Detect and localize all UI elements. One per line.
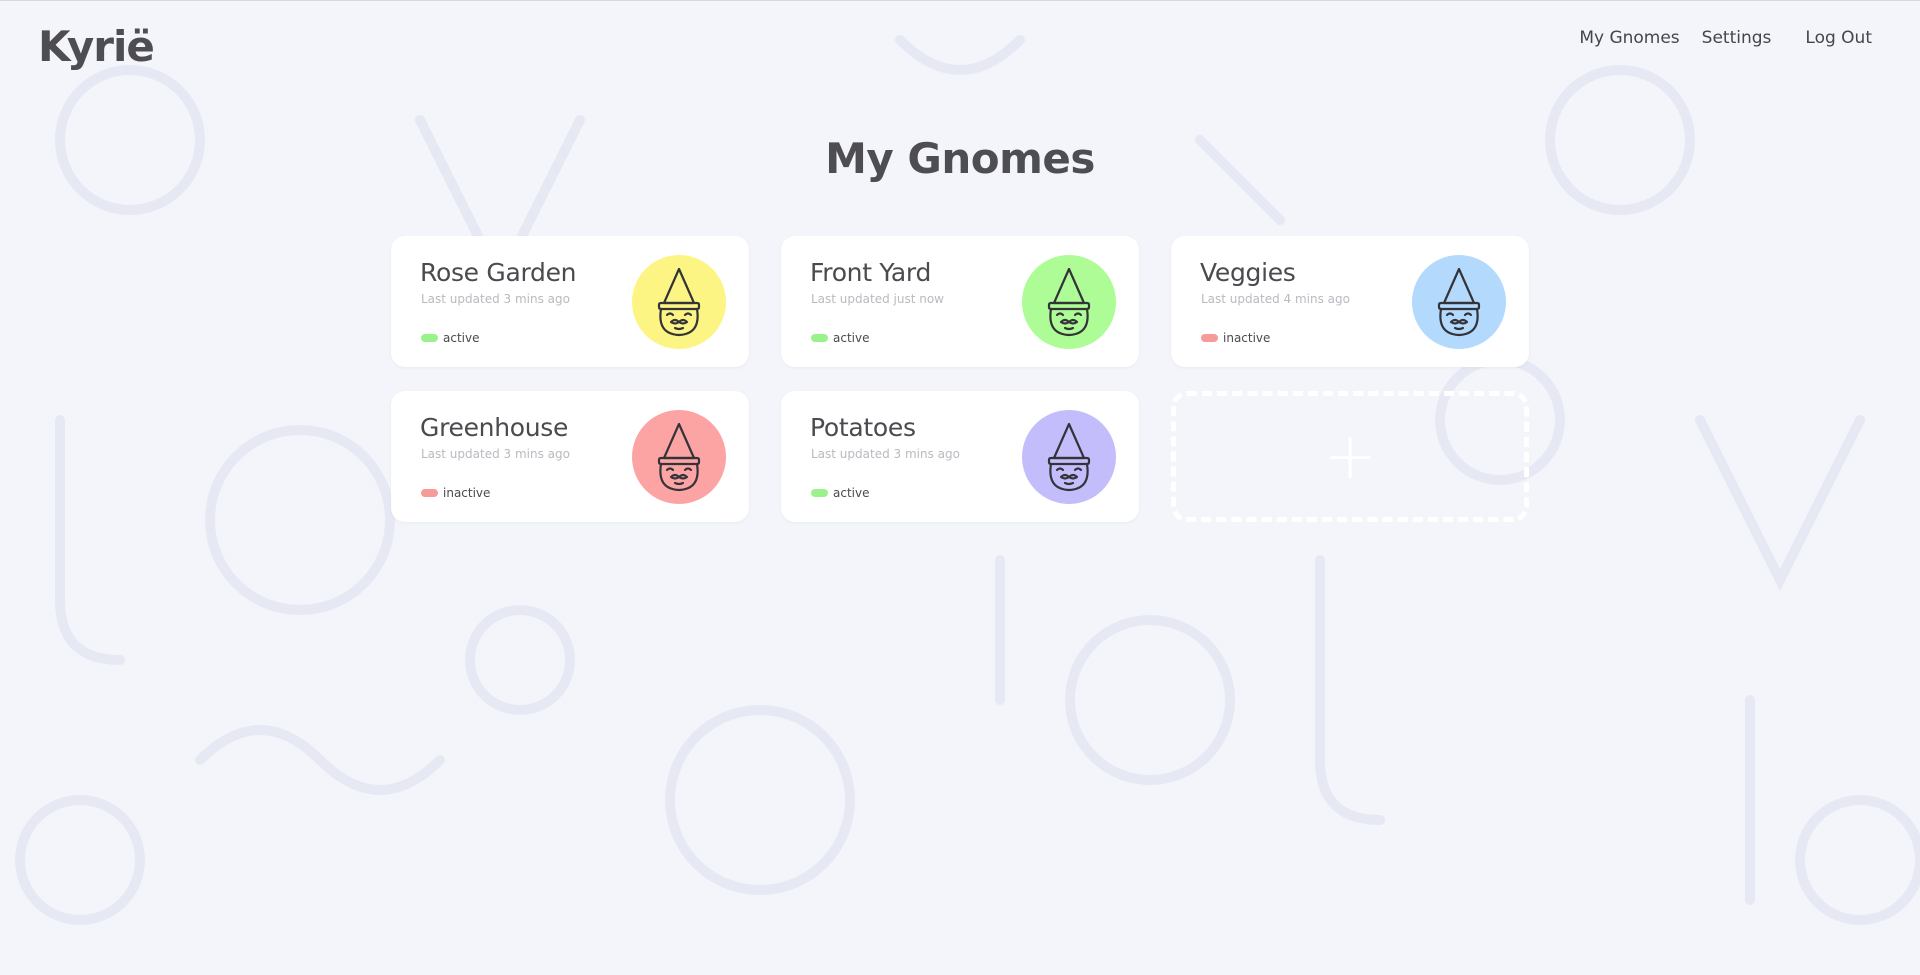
gnome-name: Potatoes xyxy=(810,413,916,442)
nav-settings[interactable]: Settings xyxy=(1702,28,1772,48)
gnome-last-updated: Last updated 3 mins ago xyxy=(421,292,570,306)
gnome-name: Greenhouse xyxy=(420,413,569,442)
gnome-avatar xyxy=(1022,255,1116,349)
gnome-avatar xyxy=(1412,255,1506,349)
gnome-status: active xyxy=(421,331,479,345)
gnome-avatar xyxy=(632,255,726,349)
status-indicator xyxy=(421,489,438,497)
status-indicator xyxy=(811,334,828,342)
gnome-face-icon xyxy=(1437,267,1481,337)
gnome-name: Veggies xyxy=(1200,258,1296,287)
top-nav: My Gnomes Settings Log Out xyxy=(1579,28,1872,48)
gnome-face-icon xyxy=(657,422,701,492)
status-indicator xyxy=(421,334,438,342)
gnome-avatar xyxy=(1022,410,1116,504)
nav-log-out[interactable]: Log Out xyxy=(1805,28,1872,48)
gnome-name: Rose Garden xyxy=(420,258,577,287)
status-label: inactive xyxy=(1223,331,1271,345)
gnome-grid: Rose Garden Last updated 3 mins ago acti… xyxy=(391,236,1530,522)
gnome-face-icon xyxy=(1047,422,1091,492)
gnome-face-icon xyxy=(657,267,701,337)
status-label: inactive xyxy=(443,486,491,500)
gnome-status: active xyxy=(811,331,869,345)
add-gnome-button[interactable]: + xyxy=(1171,391,1529,522)
gnome-avatar xyxy=(632,410,726,504)
app-logo[interactable]: Kyrië xyxy=(38,22,155,71)
plus-icon: + xyxy=(1323,419,1377,494)
nav-my-gnomes[interactable]: My Gnomes xyxy=(1579,28,1679,48)
gnome-card[interactable]: Potatoes Last updated 3 mins ago active xyxy=(781,391,1139,522)
status-label: active xyxy=(443,331,480,345)
gnome-card[interactable]: Greenhouse Last updated 3 mins ago inact… xyxy=(391,391,749,522)
gnome-last-updated: Last updated 3 mins ago xyxy=(421,447,570,461)
gnome-card[interactable]: Front Yard Last updated just now active xyxy=(781,236,1139,367)
page-title: My Gnomes xyxy=(825,134,1095,183)
gnome-name: Front Yard xyxy=(810,258,932,287)
gnome-status: inactive xyxy=(421,486,490,500)
gnome-last-updated: Last updated just now xyxy=(811,292,944,306)
gnome-face-icon xyxy=(1047,267,1091,337)
gnome-card[interactable]: Rose Garden Last updated 3 mins ago acti… xyxy=(391,236,749,367)
gnome-last-updated: Last updated 3 mins ago xyxy=(811,447,960,461)
gnome-status: inactive xyxy=(1201,331,1270,345)
gnome-last-updated: Last updated 4 mins ago xyxy=(1201,292,1350,306)
gnome-status: active xyxy=(811,486,869,500)
top-bar: Kyrië My Gnomes Settings Log Out xyxy=(0,0,1920,80)
status-indicator xyxy=(1201,334,1218,342)
status-label: active xyxy=(833,486,870,500)
gnome-card[interactable]: Veggies Last updated 4 mins ago inactive xyxy=(1171,236,1529,367)
status-label: active xyxy=(833,331,870,345)
status-indicator xyxy=(811,489,828,497)
